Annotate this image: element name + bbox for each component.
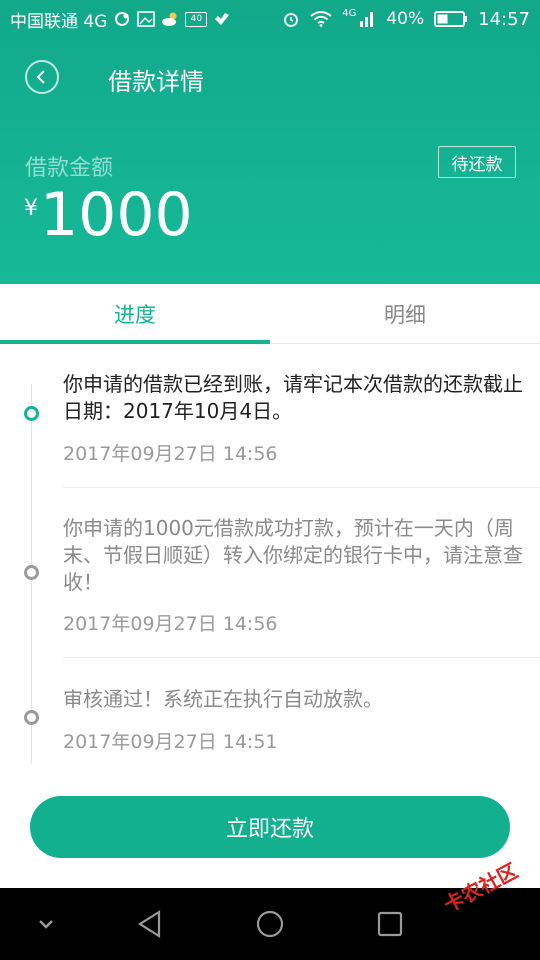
timeline-item-text: 你申请的1000元借款成功打款，预计在一天内（周末、节假日顺延）转入你绑定的银行… (63, 516, 523, 594)
back-button[interactable] (25, 60, 59, 94)
timeline-item-time: 2017年09月27日 14:56 (63, 443, 278, 465)
timeline-dot (24, 710, 39, 725)
timeline-item-time: 2017年09月27日 14:51 (63, 731, 278, 753)
timeline-dot (24, 565, 39, 580)
repay-now-button[interactable]: 立即还款 (30, 796, 510, 858)
signal-icon (360, 12, 374, 27)
title-bar: 借款详情 (0, 48, 540, 108)
timeline-item-time: 2017年09月27日 14:56 (63, 613, 278, 635)
network-badge: 4G (342, 7, 357, 19)
currency-symbol: ¥ (24, 196, 38, 221)
timeline-dot-active (24, 406, 39, 421)
wifi-icon (310, 11, 332, 27)
notification-icon (115, 12, 130, 26)
chevron-left-icon (36, 70, 45, 84)
chevron-down-icon[interactable] (30, 908, 62, 940)
battery-badge-icon: 40 (185, 11, 208, 27)
weather-icon (162, 12, 177, 26)
loan-amount: ¥ 1000 (24, 180, 193, 250)
timeline-item-text: 审核通过！系统正在执行自动放款。 (63, 687, 383, 711)
timeline-divider (63, 487, 540, 488)
clean-icon (215, 13, 230, 25)
recents-square-icon[interactable] (374, 908, 406, 940)
amount-value: 1000 (40, 180, 193, 250)
back-triangle-icon[interactable] (134, 908, 166, 940)
status-bar: 中国联通 4G 40 4G 40% 14:57 (0, 0, 540, 38)
battery-icon (434, 11, 468, 27)
page-title: 借款详情 (108, 68, 204, 96)
header: 中国联通 4G 40 4G 40% 14:57 借款详情 借款金额 待还款 ¥ … (0, 0, 540, 284)
carrier-label: 中国联通 4G (10, 11, 108, 32)
battery-percent: 40% (386, 9, 425, 29)
timeline-divider (63, 657, 540, 658)
tab-progress[interactable]: 进度 (0, 284, 270, 344)
timeline-item-text: 你申请的借款已经到账，请牢记本次借款的还款截止日期：2017年10月4日。 (63, 372, 523, 423)
tab-details[interactable]: 明细 (270, 284, 540, 343)
status-badge: 待还款 (438, 146, 516, 178)
image-icon (137, 11, 156, 27)
amount-label: 借款金额 (25, 156, 114, 181)
home-circle-icon[interactable] (254, 908, 286, 940)
clock: 14:57 (478, 8, 530, 30)
alarm-icon (284, 13, 299, 27)
progress-timeline: 你申请的借款已经到账，请牢记本次借款的还款截止日期：2017年10月4日。 20… (0, 344, 540, 774)
tab-bar: 进度 明细 (0, 284, 540, 344)
